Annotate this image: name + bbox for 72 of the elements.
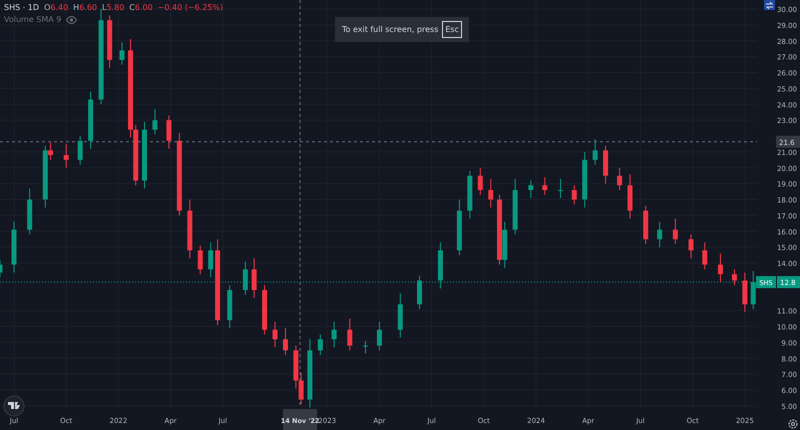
candle (142, 121, 147, 189)
candle (152, 108, 158, 135)
settings-icon[interactable] (788, 419, 798, 429)
candle (512, 178, 518, 235)
candle (438, 242, 443, 289)
candle (78, 136, 83, 166)
candle (643, 205, 648, 244)
logo-icon[interactable] (4, 396, 24, 416)
candle (603, 145, 608, 184)
symbol-interval: SHS · 1D (4, 3, 40, 12)
eye-icon[interactable] (66, 16, 78, 24)
candle (208, 242, 214, 278)
ohlc-label: L (102, 3, 106, 12)
ohlc-label: C (129, 3, 135, 12)
indicator-name: Volume SMA 9 (4, 15, 62, 24)
candle (750, 270, 756, 310)
candle (166, 114, 172, 150)
candle (107, 14, 112, 68)
candle (718, 253, 723, 283)
candle (657, 221, 662, 248)
candle (88, 91, 94, 150)
ohlc-label: O (44, 3, 50, 12)
candle (572, 184, 577, 205)
candle (252, 258, 257, 298)
candle (528, 180, 534, 198)
candle (542, 176, 548, 196)
candle (27, 188, 32, 235)
candle (732, 268, 737, 286)
candle (558, 178, 563, 198)
candle (307, 338, 312, 408)
ohlc-value: 5.80 (106, 3, 124, 12)
price-change: −0.40 (−6.25%) (158, 3, 224, 12)
candle (488, 178, 494, 208)
ohlc-label: H (73, 3, 80, 12)
swap-icon (765, 0, 774, 10)
candle (672, 218, 678, 244)
candle (198, 245, 203, 275)
crosshair-price-label-background (776, 136, 800, 148)
candle (456, 199, 462, 256)
esc-key: Esc (442, 21, 462, 38)
notice-text: To exit full screen, press (342, 25, 438, 34)
ohlc-value: 6.60 (79, 3, 97, 12)
candle (242, 260, 248, 296)
candle (398, 292, 403, 338)
candle (347, 318, 352, 351)
candle (617, 167, 622, 191)
candle (227, 284, 232, 329)
candle (376, 321, 382, 351)
candle (628, 174, 633, 220)
candle (467, 170, 472, 220)
ohlc-value: 6.40 (50, 3, 68, 12)
candle (282, 328, 288, 356)
candle (262, 284, 268, 335)
candle (318, 334, 323, 356)
candle (702, 242, 708, 270)
candle (0, 259, 2, 278)
candle (362, 340, 368, 354)
compare-button[interactable] (764, 0, 775, 10)
candle (119, 42, 124, 66)
crosshair-time-label-background (283, 409, 318, 430)
candle (272, 321, 278, 348)
candle (187, 199, 192, 259)
candle (64, 144, 69, 168)
candle (592, 138, 598, 166)
candle (417, 275, 422, 310)
candle (332, 321, 337, 348)
candle (688, 234, 694, 259)
candle (12, 221, 16, 274)
candle (582, 151, 588, 208)
ohlc-value: 6.00 (134, 3, 153, 12)
candle (742, 272, 748, 313)
candle (478, 167, 483, 196)
